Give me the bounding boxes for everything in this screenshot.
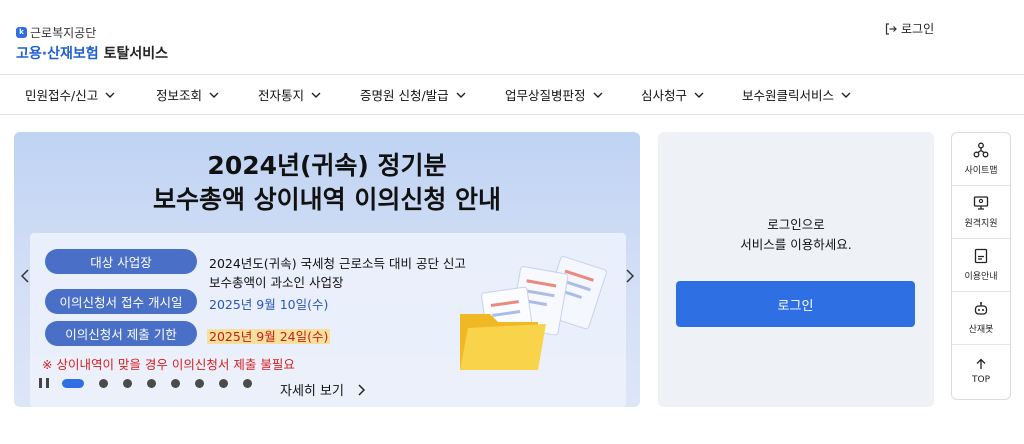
chevron-down-icon — [694, 92, 704, 98]
nav-item-info-lookup[interactable]: 정보조회 — [156, 75, 219, 114]
nav-item-civil-petition[interactable]: 민원접수/신고 — [25, 75, 115, 114]
pause-bar — [39, 378, 42, 388]
quick-item-guide[interactable]: 이용안내 — [952, 239, 1010, 292]
nav-item-certificates[interactable]: 증명원 신청/발급 — [360, 75, 466, 114]
login-button[interactable]: 로그인 — [676, 281, 915, 327]
carousel-dot[interactable] — [123, 378, 132, 388]
logo-brand: 고용·산재보험 — [16, 46, 99, 62]
site-header: k 근로복지공단 고용·산재보험 토탈서비스 로그인 — [0, 0, 1024, 74]
nav-item-label: 민원접수/신고 — [25, 88, 99, 103]
carousel-prev-button[interactable] — [16, 261, 34, 291]
header-login-label: 로그인 — [901, 22, 935, 36]
carousel-pause-button[interactable] — [39, 378, 49, 388]
quick-menu: 사이트맵 원격지원 이용안내 산재봇 TOP — [951, 132, 1011, 400]
nav-item-label: 증명원 신청/발급 — [360, 88, 449, 103]
nav-item-e-notice[interactable]: 전자통지 — [258, 75, 321, 114]
banner-title-line1: 2024년(귀속) 정기분 — [207, 151, 447, 180]
site-logo[interactable]: k 근로복지공단 고용·산재보험 토탈서비스 — [16, 24, 168, 63]
main-nav: 민원접수/신고 정보조회 전자통지 증명원 신청/발급 업무상질병판정 심사청구… — [0, 74, 1024, 115]
chevron-left-icon — [21, 269, 29, 283]
carousel-dot[interactable] — [147, 378, 156, 388]
logo-mark-icon: k — [16, 26, 27, 38]
banner-target-text2: 보수총액이 과소인 사업장 — [209, 275, 344, 290]
logo-org-row: k 근로복지공단 — [16, 24, 168, 40]
banner-target-text1: 2024년도(귀속) 국세청 근로소득 대비 공단 신고 — [209, 256, 466, 271]
banner-note: ※ 상이내역이 맞을 경우 이의신청서 제출 불필요 — [42, 357, 295, 372]
banner-more-link[interactable]: 자세히 보기 — [280, 380, 365, 399]
logo-service: 토탈서비스 — [103, 46, 169, 62]
nav-item-label: 심사청구 — [641, 88, 688, 103]
sitemap-icon — [973, 142, 989, 158]
quick-item-label: 사이트맵 — [964, 166, 998, 176]
banner-pill-deadline: 이의신청서 제출 기한 — [45, 321, 197, 346]
quick-item-chatbot[interactable]: 산재봇 — [952, 292, 1010, 345]
chevron-right-icon — [358, 383, 365, 396]
nav-item-label: 정보조회 — [156, 88, 203, 103]
chevron-down-icon — [105, 92, 115, 98]
quick-item-sitemap[interactable]: 사이트맵 — [952, 133, 1010, 186]
carousel-dot[interactable] — [62, 378, 84, 388]
nav-item-disease-judgment[interactable]: 업무상질병판정 — [505, 75, 603, 114]
banner-pill-target: 대상 사업장 — [45, 249, 197, 274]
chevron-right-icon — [626, 269, 634, 283]
quick-item-label: 원격지원 — [964, 219, 998, 229]
pause-bar — [46, 378, 49, 388]
guide-icon — [974, 248, 988, 264]
banner-carousel[interactable]: 2024년(귀속) 정기분 보수총액 상이내역 이의신청 안내 대상 사업장 2… — [14, 132, 640, 407]
banner-deadline-date: 2025년 9월 24일(수) — [207, 329, 331, 344]
banner-deadline-wrap: 2025년 9월 24일(수) — [207, 326, 331, 345]
quick-item-top[interactable]: TOP — [952, 345, 1010, 398]
login-message-line2: 서비스를 이용하세요. — [740, 237, 852, 252]
logo-title: 고용·산재보험 토탈서비스 — [16, 43, 168, 63]
login-message-line1: 로그인으로 — [767, 217, 825, 232]
chatbot-icon — [974, 302, 988, 315]
nav-item-label: 전자통지 — [258, 88, 305, 103]
chevron-down-icon — [311, 92, 321, 98]
quick-item-remote-support[interactable]: 원격지원 — [952, 186, 1010, 239]
banner-pill-start-date: 이의신청서 접수 개시일 — [45, 289, 197, 314]
quick-item-label: TOP — [971, 375, 990, 385]
carousel-dot[interactable] — [171, 378, 180, 388]
login-icon — [885, 22, 897, 35]
arrow-up-icon — [976, 358, 986, 369]
remote-support-icon — [973, 196, 989, 210]
carousel-dot[interactable] — [243, 378, 252, 388]
nav-item-review-request[interactable]: 심사청구 — [641, 75, 704, 114]
carousel-dot[interactable] — [195, 378, 204, 388]
carousel-next-button[interactable] — [621, 261, 639, 291]
chevron-down-icon — [456, 92, 466, 98]
banner-more-label: 자세히 보기 — [280, 384, 344, 399]
logo-org-name: 근로복지공단 — [30, 25, 97, 40]
nav-item-label: 보수원클릭서비스 — [742, 88, 835, 103]
carousel-dot[interactable] — [219, 378, 228, 388]
folder-documents-illustration — [460, 256, 607, 370]
carousel-dot[interactable] — [99, 378, 108, 388]
nav-item-label: 업무상질병판정 — [505, 88, 586, 103]
login-panel: 로그인으로 서비스를 이용하세요. 로그인 — [658, 132, 934, 407]
chevron-down-icon — [841, 92, 851, 98]
chevron-down-icon — [593, 92, 603, 98]
chevron-down-icon — [209, 92, 219, 98]
nav-item-oneclick-service[interactable]: 보수원클릭서비스 — [742, 75, 851, 114]
banner-start-date: 2025년 9월 10일(수) — [209, 297, 329, 312]
banner-title-line2: 보수총액 상이내역 이의신청 안내 — [152, 185, 502, 214]
quick-item-label: 산재봇 — [968, 325, 994, 335]
quick-item-label: 이용안내 — [964, 272, 998, 282]
carousel-pager — [39, 378, 267, 388]
header-login-link[interactable]: 로그인 — [885, 20, 934, 37]
